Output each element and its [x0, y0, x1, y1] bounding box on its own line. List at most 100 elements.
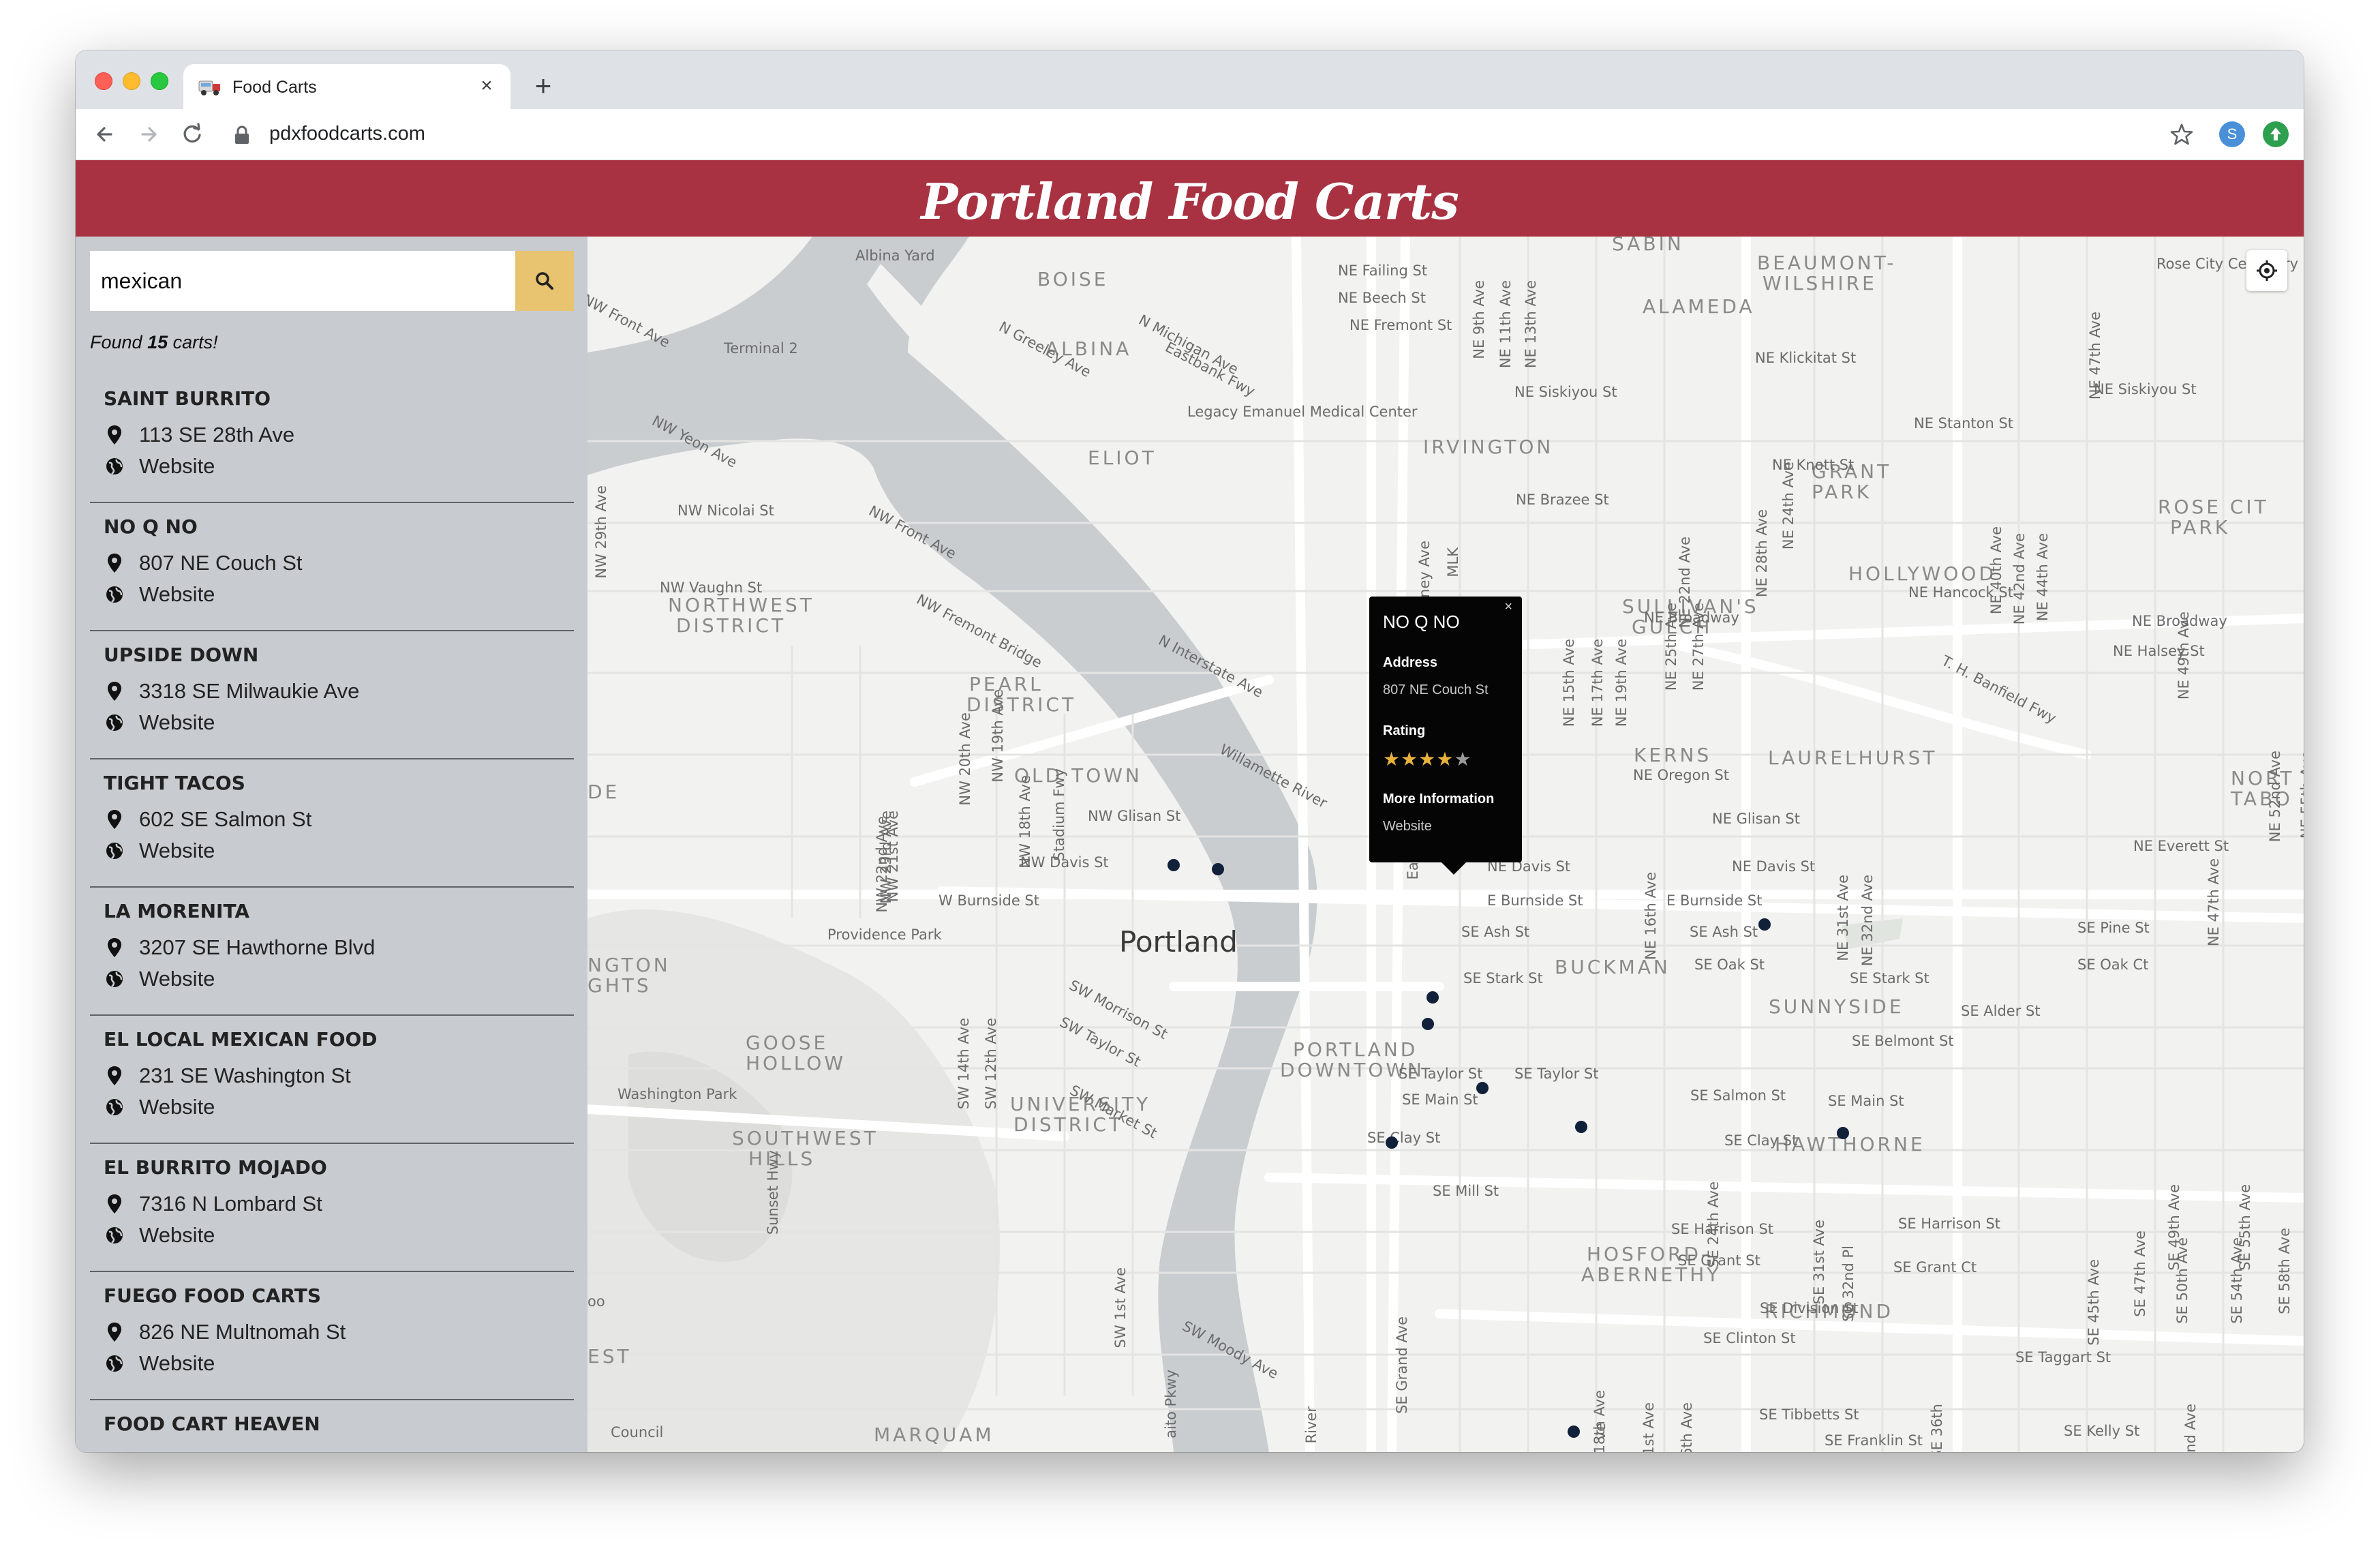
app-header: Portland Food Carts: [76, 160, 2304, 237]
cart-website-link[interactable]: Website: [139, 1095, 215, 1119]
cart-name[interactable]: SAINT BURRITO: [104, 387, 271, 410]
cart-marker[interactable]: [1168, 859, 1180, 871]
cart-name[interactable]: UPSIDE DOWN: [104, 644, 258, 666]
cart-list-item[interactable]: NO Q NO 807 NE Couch St Website: [90, 503, 574, 631]
new-tab-button[interactable]: +: [528, 71, 558, 101]
map-street-label: SE Tibbetts St: [1759, 1406, 1859, 1423]
cart-name[interactable]: FUEGO FOOD CARTS: [104, 1284, 321, 1307]
map-pin-icon: [104, 809, 125, 830]
cart-marker[interactable]: [1476, 1082, 1489, 1094]
star-icon: ★: [1401, 749, 1419, 770]
map-district-label: SABIN: [1612, 237, 1684, 255]
cart-website-row[interactable]: Website: [104, 1350, 215, 1377]
cart-website-row[interactable]: Website: [104, 709, 215, 736]
cart-website-row[interactable]: Website: [104, 581, 215, 608]
map-street-label: SE 47th Ave: [2132, 1231, 2148, 1317]
results-count-text: Found 15 carts!: [90, 332, 218, 353]
cart-name[interactable]: EL LOCAL MEXICAN FOOD: [104, 1028, 378, 1051]
cart-website-row[interactable]: Website: [104, 1094, 215, 1121]
map-street-label: SE Main St: [1402, 1091, 1478, 1108]
minimize-window-button[interactable]: [123, 72, 140, 90]
cart-marker[interactable]: [1568, 1426, 1580, 1438]
popup-close-icon[interactable]: ×: [1504, 599, 1512, 615]
map-district-label: BEAUMONT-: [1757, 252, 1897, 274]
cart-list-item[interactable]: UPSIDE DOWN 3318 SE Milwaukie Ave Website: [90, 631, 574, 759]
close-window-button[interactable]: [95, 72, 112, 90]
cart-popup: × NO Q NO Address 807 NE Couch St Rating…: [1369, 597, 1522, 875]
cart-name[interactable]: FOOD CART HEAVEN: [104, 1413, 320, 1435]
cart-list-item[interactable]: EL BURRITO MOJADO 7316 N Lombard St Websit…: [90, 1144, 574, 1272]
cart-website-row[interactable]: Website: [104, 837, 215, 864]
address-bar[interactable]: pdxfoodcarts.com: [269, 123, 425, 145]
map-street-label: NE 11th Ave: [1497, 280, 1514, 369]
map-street-label: NE 44th Ave: [2034, 533, 2051, 622]
search-button[interactable]: [515, 251, 574, 311]
arrow-left-icon: [97, 127, 112, 142]
cart-marker[interactable]: [1758, 918, 1771, 931]
back-button[interactable]: [91, 120, 119, 149]
tab-food-carts[interactable]: Food Carts ×: [183, 64, 510, 109]
cart-marker[interactable]: [1212, 863, 1224, 875]
extension-icon[interactable]: [2263, 121, 2289, 147]
map-district-label: HOLLOW: [746, 1052, 846, 1074]
cart-list-item[interactable]: TIGHT TACOS 602 SE Salmon St Website: [90, 759, 574, 888]
cart-address: 113 SE 28th Ave: [139, 423, 295, 447]
map-street-label: Washington Park: [617, 1086, 737, 1102]
map-street-label: NE Stanton St: [1914, 415, 2014, 432]
cart-website-link[interactable]: Website: [139, 710, 215, 735]
search-input[interactable]: [90, 251, 515, 311]
cart-name[interactable]: LA MORENITA: [104, 900, 249, 922]
globe-icon: [104, 1353, 125, 1374]
locate-button[interactable]: [2246, 250, 2287, 291]
map-street-label: NE 17th Ave: [1589, 639, 1606, 727]
cart-list-item[interactable]: SAINT BURRITO 113 SE 28th Ave Website: [90, 375, 574, 503]
cart-marker[interactable]: [1837, 1127, 1849, 1139]
cart-website-link[interactable]: Website: [139, 967, 215, 991]
tab-close-icon[interactable]: ×: [475, 74, 498, 97]
map-street-label: W Burnside St: [939, 892, 1039, 909]
cart-list-item[interactable]: EL LOCAL MEXICAN FOOD 231 SE Washington S…: [90, 1016, 574, 1144]
map-street-label: NE 16th Ave: [1643, 872, 1659, 961]
map-street-label: SE Ash St: [1461, 924, 1530, 940]
cart-website-link[interactable]: Website: [139, 454, 215, 479]
map-street-label: NE 31st Ave: [1835, 875, 1851, 961]
map-district-label: HILLS: [748, 1147, 816, 1170]
popup-website-link[interactable]: Website: [1383, 819, 1432, 834]
forward-button[interactable]: [134, 120, 163, 149]
map[interactable]: BOISE ALBINA ELIOT IRVINGTON ALAMEDA BEAUMONT…: [588, 237, 2304, 1452]
map-street-label: Stadium Fwy: [1051, 768, 1067, 861]
map-street-label: ve: [1592, 1423, 1608, 1441]
cart-marker[interactable]: [1422, 1018, 1434, 1030]
map-street-label: SE Oak St: [1694, 956, 1765, 973]
map-street-label: NE Siskiyou St: [1514, 384, 1617, 400]
map-street-label: SE Clay St: [1367, 1130, 1441, 1146]
map-pin-icon: [104, 1065, 125, 1087]
cart-address-row: 3318 SE Milwaukie Ave: [104, 678, 359, 705]
cart-list-item[interactable]: FOOD CART HEAVEN: [90, 1400, 574, 1452]
bookmark-star-icon[interactable]: [2169, 121, 2195, 147]
cart-name[interactable]: TIGHT TACOS: [104, 772, 245, 794]
cart-website-row[interactable]: Website: [104, 965, 215, 993]
profile-avatar[interactable]: S: [2219, 121, 2245, 147]
cart-website-link[interactable]: Website: [139, 1351, 215, 1376]
maximize-window-button[interactable]: [151, 72, 168, 90]
map-street-label: SE 45th Ave: [2086, 1259, 2102, 1346]
cart-list-item[interactable]: LA MORENITA 3207 SE Hawthorne Blvd Website: [90, 888, 574, 1016]
cart-marker[interactable]: [1386, 1136, 1398, 1149]
popup-rating-label: Rating: [1383, 723, 1426, 738]
cart-website-row[interactable]: Website: [104, 1222, 215, 1249]
cart-name[interactable]: EL BURRITO MOJADO: [104, 1156, 327, 1179]
cart-list-item[interactable]: FUEGO FOOD CARTS 826 NE Multnomah St Websi…: [90, 1272, 574, 1400]
cart-website-row[interactable]: Website: [104, 453, 215, 480]
cart-website-link[interactable]: Website: [139, 1223, 215, 1248]
cart-marker[interactable]: [1575, 1121, 1587, 1133]
map-street-label: SE Division St: [1760, 1300, 1859, 1316]
reload-button[interactable]: [178, 120, 207, 149]
cart-website-link[interactable]: Website: [139, 839, 215, 863]
cart-name[interactable]: NO Q NO: [104, 515, 198, 538]
globe-icon: [104, 712, 125, 734]
cart-website-link[interactable]: Website: [139, 582, 215, 607]
map-street-label: NE 42nd Ave: [2011, 533, 2028, 625]
map-street-label: River: [1303, 1406, 1319, 1444]
cart-marker[interactable]: [1427, 991, 1439, 1004]
